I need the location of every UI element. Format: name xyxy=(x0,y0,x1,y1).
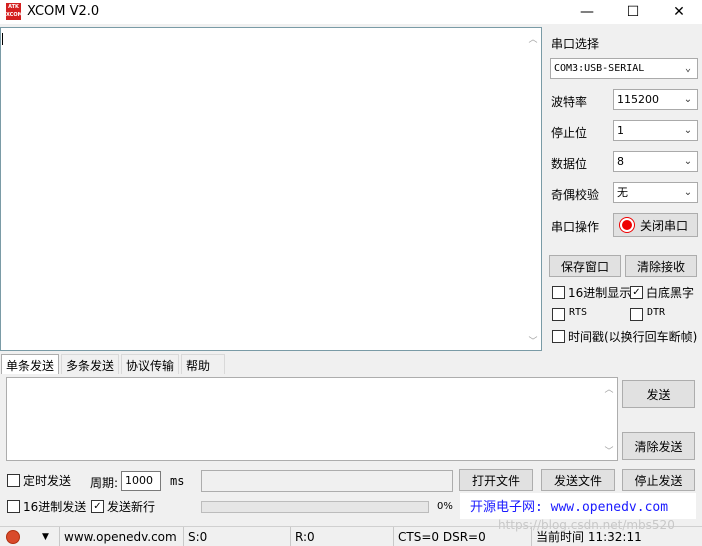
hex-send-label: 16进制发送 xyxy=(23,500,87,514)
tab-multi-send[interactable]: 多条发送 xyxy=(61,354,119,374)
baud-select[interactable]: 115200 ⌄ xyxy=(613,89,698,110)
white-bg-label: 白底黑字 xyxy=(646,286,695,300)
tab-help[interactable]: 帮助 xyxy=(181,354,225,374)
port-select[interactable]: COM3:USB-SERIAL ⌄ xyxy=(550,58,698,79)
port-operation-label: 串口操作 xyxy=(551,220,600,234)
stop-send-button[interactable]: 停止发送 xyxy=(622,469,695,491)
receive-scrollbar[interactable]: ︿ ﹀ xyxy=(525,28,541,350)
baud-select-value: 115200 xyxy=(617,93,659,106)
period-unit: ms xyxy=(170,474,185,488)
scroll-up-icon[interactable]: ︿ xyxy=(525,30,541,46)
newline-label: 发送新行 xyxy=(107,500,156,514)
scroll-down-icon[interactable]: ﹀ xyxy=(601,442,617,458)
clear-receive-button[interactable]: 清除接收 xyxy=(625,255,697,277)
hex-send-checkbox[interactable] xyxy=(7,500,20,513)
close-button[interactable]: ✕ xyxy=(656,0,702,24)
status-url[interactable]: www.openedv.com xyxy=(59,527,178,546)
settings-gear-icon[interactable] xyxy=(6,530,20,544)
white-bg-checkbox[interactable]: ✓ xyxy=(630,286,643,299)
maximize-button[interactable]: ☐ xyxy=(610,0,656,24)
dropdown-arrow-icon[interactable]: ▼ xyxy=(42,527,49,546)
stop-bits-select[interactable]: 1 ⌄ xyxy=(613,120,698,141)
site-banner[interactable]: 开源电子网: www.openedv.com xyxy=(460,493,696,519)
watermark-text: https://blog.csdn.net/mbs520 xyxy=(498,518,675,532)
data-bits-select-value: 8 xyxy=(617,155,624,168)
port-status-light-icon xyxy=(620,218,634,232)
close-port-button[interactable]: 关闭串口 xyxy=(613,213,698,237)
newline-checkbox[interactable]: ✓ xyxy=(91,500,104,513)
chevron-down-icon: ⌄ xyxy=(683,94,693,105)
chevron-down-icon: ⌄ xyxy=(684,63,692,74)
send-file-button[interactable]: 发送文件 xyxy=(541,469,615,491)
file-path-input[interactable] xyxy=(201,470,453,492)
period-label: 周期: xyxy=(90,476,119,490)
hex-display-label: 16进制显示 xyxy=(568,286,632,300)
scroll-down-icon[interactable]: ﹀ xyxy=(525,332,541,348)
status-received-count: R:0 xyxy=(290,527,392,546)
title-bar: ATK XCOM XCOM V2.0 — ☐ ✕ xyxy=(0,0,702,24)
send-textarea[interactable]: ︿ ﹀ xyxy=(6,377,618,461)
rts-label: RTS xyxy=(569,307,588,318)
tab-single-send[interactable]: 单条发送 xyxy=(1,354,59,374)
parity-select-value: 无 xyxy=(617,186,628,199)
scroll-up-icon[interactable]: ︿ xyxy=(601,380,617,396)
app-logo-bottom-text: XCOM xyxy=(6,12,23,18)
text-caret xyxy=(2,33,3,45)
chevron-down-icon: ⌄ xyxy=(683,156,693,167)
stop-bits-label: 停止位 xyxy=(551,126,588,140)
data-bits-select[interactable]: 8 ⌄ xyxy=(613,151,698,172)
dtr-checkbox[interactable] xyxy=(630,308,643,321)
parity-select[interactable]: 无 ⌄ xyxy=(613,182,698,203)
app-logo-top-text: ATK xyxy=(8,4,19,10)
timed-send-checkbox[interactable] xyxy=(7,474,20,487)
hex-display-checkbox[interactable] xyxy=(552,286,565,299)
dtr-label: DTR xyxy=(647,307,666,318)
timestamp-checkbox[interactable] xyxy=(552,330,565,343)
status-sent-count: S:0 xyxy=(183,527,287,546)
app-logo-icon: ATK XCOM xyxy=(6,3,23,20)
rts-checkbox[interactable] xyxy=(552,308,565,321)
port-select-value: COM3:USB-SERIAL xyxy=(554,63,645,74)
send-scrollbar[interactable]: ︿ ﹀ xyxy=(601,378,617,460)
window-title: XCOM V2.0 xyxy=(27,4,100,19)
receive-textarea[interactable]: ︿ ﹀ xyxy=(0,27,542,351)
send-button[interactable]: 发送 xyxy=(622,380,695,408)
parity-label: 奇偶校验 xyxy=(551,188,600,202)
send-progress-bar xyxy=(201,501,429,513)
site-banner-link[interactable]: 开源电子网: www.openedv.com xyxy=(470,496,668,515)
tab-protocol[interactable]: 协议传输 xyxy=(121,354,179,374)
progress-percent: 0% xyxy=(437,501,453,512)
open-file-button[interactable]: 打开文件 xyxy=(459,469,533,491)
baud-label: 波特率 xyxy=(551,95,588,109)
port-label: 串口选择 xyxy=(551,37,600,51)
period-input[interactable]: 1000 xyxy=(121,471,161,491)
close-port-label: 关闭串口 xyxy=(640,218,689,233)
save-window-button[interactable]: 保存窗口 xyxy=(549,255,621,277)
timed-send-label: 定时发送 xyxy=(23,474,72,488)
stop-bits-select-value: 1 xyxy=(617,124,624,137)
minimize-button[interactable]: — xyxy=(564,0,610,24)
clear-send-button[interactable]: 清除发送 xyxy=(622,432,695,460)
data-bits-label: 数据位 xyxy=(551,157,588,171)
chevron-down-icon: ⌄ xyxy=(683,187,693,198)
timestamp-label: 时间戳(以换行回车断帧) xyxy=(568,330,698,344)
chevron-down-icon: ⌄ xyxy=(683,125,693,136)
